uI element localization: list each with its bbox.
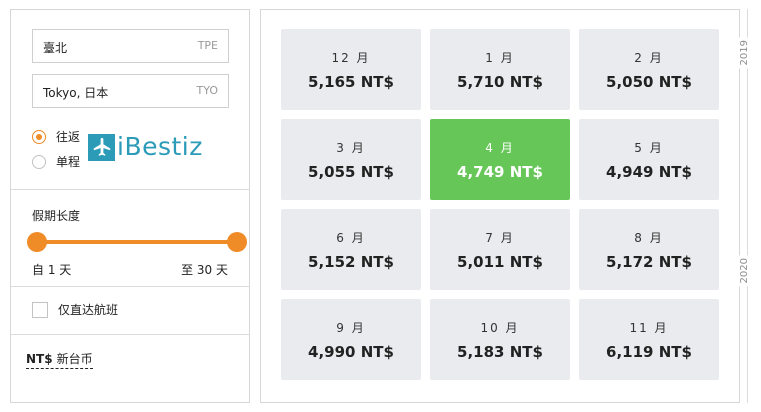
month-cell[interactable]: 8 月 5,172 NT$ [579, 209, 719, 290]
month-label: 12 月 [331, 51, 371, 65]
origin-field[interactable]: 臺北 TPE [32, 29, 229, 63]
divider [11, 334, 249, 335]
trip-type-oneway[interactable]: 单程 [32, 153, 80, 170]
month-label: 4 月 [485, 141, 515, 155]
duration-slider[interactable] [27, 232, 247, 252]
month-price: 5,011 NT$ [457, 253, 543, 271]
month-price: 4,749 NT$ [457, 163, 543, 181]
month-cell[interactable]: 5 月 4,949 NT$ [579, 119, 719, 200]
direct-only-label: 仅直达航班 [58, 303, 119, 317]
month-cell[interactable]: 10 月 5,183 NT$ [430, 299, 570, 380]
divider [11, 189, 249, 190]
month-label: 5 月 [634, 141, 664, 155]
month-price: 5,152 NT$ [308, 253, 394, 271]
slider-handle-max[interactable] [227, 232, 247, 252]
month-cell-selected[interactable]: 4 月 4,749 NT$ [430, 119, 570, 200]
brand-name: iBestiz [117, 132, 203, 161]
month-cell[interactable]: 2 月 5,050 NT$ [579, 29, 719, 110]
month-price: 5,055 NT$ [308, 163, 394, 181]
month-label: 9 月 [336, 321, 366, 335]
month-label: 8 月 [634, 231, 664, 245]
year-rail: 2019 2020 [738, 9, 758, 403]
month-price: 4,949 NT$ [606, 163, 692, 181]
currency-selector[interactable]: NT$ 新台币 [26, 350, 93, 369]
trip-type-oneway-label: 单程 [56, 155, 81, 169]
destination-code: TYO [196, 84, 219, 97]
month-cell[interactable]: 7 月 5,011 NT$ [430, 209, 570, 290]
month-label: 2 月 [634, 51, 664, 65]
month-price: 4,990 NT$ [308, 343, 394, 361]
currency-name: 新台币 [56, 352, 93, 366]
month-price: 5,710 NT$ [457, 73, 543, 91]
currency-code: NT$ [26, 352, 53, 366]
trip-type-round-label: 往返 [56, 130, 81, 144]
duration-max-label: 至 30 天 [181, 263, 228, 277]
filter-panel: 臺北 TPE Tokyo, 日本 TYO 往返 单程 iBestiz 假期长度 … [10, 9, 250, 403]
origin-code: TPE [197, 39, 218, 52]
month-label: 6 月 [336, 231, 366, 245]
month-label: 1 月 [485, 51, 515, 65]
origin-city: 臺北 [43, 41, 68, 55]
duration-min-label: 自 1 天 [32, 263, 72, 277]
month-cell[interactable]: 1 月 5,710 NT$ [430, 29, 570, 110]
month-label: 7 月 [485, 231, 515, 245]
month-cell[interactable]: 3 月 5,055 NT$ [281, 119, 421, 200]
radio-round-trip[interactable] [32, 129, 46, 144]
divider [11, 286, 249, 287]
slider-track [37, 240, 237, 244]
month-price: 5,183 NT$ [457, 343, 543, 361]
month-price: 6,119 NT$ [606, 343, 692, 361]
trip-type-round[interactable]: 往返 [32, 128, 80, 145]
destination-city: Tokyo, 日本 [43, 86, 109, 100]
slider-handle-min[interactable] [27, 232, 47, 252]
month-price-grid: 12 月 5,165 NT$ 1 月 5,710 NT$ 2 月 5,050 N… [260, 9, 740, 403]
airplane-icon [88, 133, 115, 161]
year-label-2019: 2019 [739, 37, 757, 69]
direct-only-option[interactable]: 仅直达航班 [32, 301, 118, 318]
month-price: 5,172 NT$ [606, 253, 692, 271]
month-price: 5,050 NT$ [606, 73, 692, 91]
month-label: 10 月 [480, 321, 520, 335]
month-label: 11 月 [629, 321, 669, 335]
destination-field[interactable]: Tokyo, 日本 TYO [32, 74, 229, 108]
month-cell[interactable]: 6 月 5,152 NT$ [281, 209, 421, 290]
month-price: 5,165 NT$ [308, 73, 394, 91]
month-label: 3 月 [336, 141, 366, 155]
brand-logo: iBestiz [88, 132, 203, 162]
radio-one-way[interactable] [32, 154, 46, 169]
direct-only-checkbox[interactable] [32, 301, 48, 318]
duration-title: 假期长度 [32, 209, 81, 223]
month-cell[interactable]: 12 月 5,165 NT$ [281, 29, 421, 110]
year-label-2020: 2020 [739, 255, 757, 287]
month-cell[interactable]: 9 月 4,990 NT$ [281, 299, 421, 380]
month-cell[interactable]: 11 月 6,119 NT$ [579, 299, 719, 380]
